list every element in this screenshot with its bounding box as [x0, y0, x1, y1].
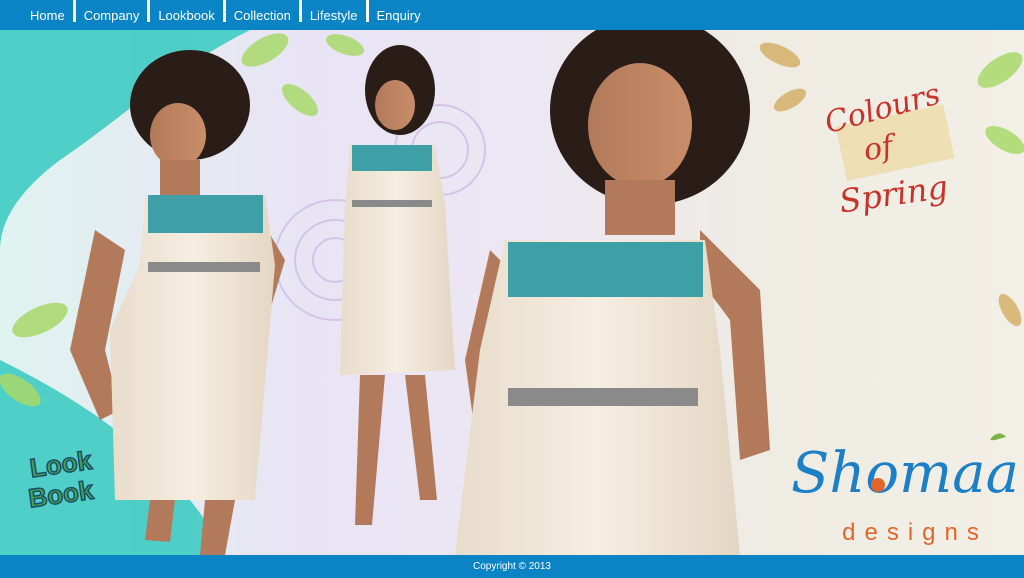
copyright-text: Copyright © 2013: [473, 561, 551, 572]
nav-link-enquiry[interactable]: Enquiry: [369, 0, 429, 30]
model-photo-right: [455, 30, 770, 555]
brand-subtitle: designs: [842, 519, 988, 546]
nav-link-home[interactable]: Home: [22, 0, 73, 30]
nav-item-collection[interactable]: Collection: [226, 0, 299, 30]
brand-logo-dot-icon: [871, 478, 885, 492]
nav-item-lookbook[interactable]: Lookbook: [150, 0, 222, 30]
nav-link-lookbook[interactable]: Lookbook: [150, 0, 222, 30]
colours-of-spring-tagline: Colours of Spring: [821, 77, 955, 221]
banner-artwork: Look Book Colours of Spring Shomaa desig…: [0, 30, 1024, 555]
nav-item-company[interactable]: Company: [76, 0, 148, 30]
lookbook-badge: Look Book: [26, 444, 97, 514]
hero-banner-image: Look Book Colours of Spring Shomaa desig…: [0, 30, 1024, 555]
nav-item-home[interactable]: Home: [22, 0, 73, 30]
footer-bar: Copyright © 2013: [0, 555, 1024, 578]
nav-item-enquiry[interactable]: Enquiry: [369, 0, 429, 30]
nav-link-collection[interactable]: Collection: [226, 0, 299, 30]
brand-name: Shomaa: [791, 441, 1019, 506]
top-navigation-bar: Home Company Lookbook Collection Lifesty…: [0, 0, 1024, 30]
shomaa-designs-logo: Shomaa designs: [791, 433, 1019, 546]
nav-item-lifestyle[interactable]: Lifestyle: [302, 0, 366, 30]
model-photo-middle: [340, 45, 455, 525]
nav-link-company[interactable]: Company: [76, 0, 148, 30]
nav-link-lifestyle[interactable]: Lifestyle: [302, 0, 366, 30]
leaf-icon: [990, 433, 1006, 441]
